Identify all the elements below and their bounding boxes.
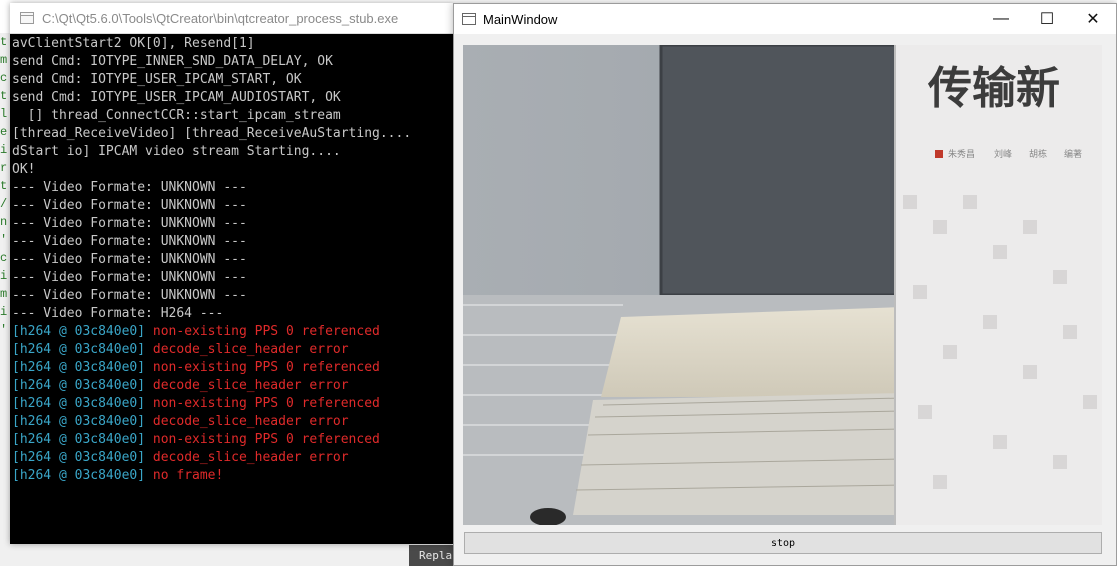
console-line: [h264 @ 03c840e0] non-existing PPS 0 ref… bbox=[12, 359, 453, 377]
background-editor-statusbar bbox=[0, 543, 452, 566]
log-prefix: [h264 @ 03c840e0] bbox=[12, 324, 153, 339]
console-line: dStart io] IPCAM video stream Starting..… bbox=[12, 143, 453, 161]
console-line: [h264 @ 03c840e0] non-existing PPS 0 ref… bbox=[12, 323, 453, 341]
console-line: [h264 @ 03c840e0] decode_slice_header er… bbox=[12, 341, 453, 359]
log-error-text: non-existing PPS 0 referenced bbox=[152, 324, 380, 339]
log-text: --- Video Formate: UNKNOWN --- bbox=[12, 198, 247, 213]
console-output: avClientStart2 OK[0], Resend[1] send Cmd:… bbox=[10, 34, 453, 545]
main-window[interactable]: MainWindow — ☐ ✕ 传输新 朱秀昌 刘峰 胡栋 编著 stop bbox=[453, 3, 1117, 566]
log-error-text: non-existing PPS 0 referenced bbox=[152, 432, 380, 447]
log-error-text: decode_slice_header error bbox=[152, 450, 349, 465]
log-prefix: [h264 @ 03c840e0] bbox=[12, 360, 153, 375]
console-line: send Cmd: IOTYPE_USER_IPCAM_AUDIOSTART, … bbox=[12, 89, 453, 107]
camera-frame: 传输新 朱秀昌 刘峰 胡栋 编著 bbox=[463, 45, 1102, 525]
log-text: --- Video Formate: UNKNOWN --- bbox=[12, 252, 247, 267]
console-line: [] thread_ConnectCCR::start_ipcam_stream bbox=[12, 107, 453, 125]
console-titlebar[interactable]: C:\Qt\Qt5.6.0\Tools\QtCreator\bin\qtcrea… bbox=[10, 3, 453, 34]
maximize-button[interactable]: ☐ bbox=[1024, 4, 1070, 34]
log-error-text: decode_slice_header error bbox=[152, 342, 349, 357]
console-app-icon bbox=[20, 12, 34, 24]
log-error-text: no frame! bbox=[152, 468, 224, 483]
console-line: --- Video Formate: UNKNOWN --- bbox=[12, 233, 453, 251]
console-window[interactable]: C:\Qt\Qt5.6.0\Tools\QtCreator\bin\qtcrea… bbox=[10, 3, 453, 544]
log-prefix: [h264 @ 03c840e0] bbox=[12, 414, 153, 429]
stop-button[interactable]: stop bbox=[464, 532, 1102, 554]
log-error-text: decode_slice_header error bbox=[152, 414, 349, 429]
log-prefix: [h264 @ 03c840e0] bbox=[12, 342, 153, 357]
log-text: --- Video Formate: UNKNOWN --- bbox=[12, 216, 247, 231]
console-line: send Cmd: IOTYPE_USER_IPCAM_START, OK bbox=[12, 71, 453, 89]
log-text: --- Video Formate: UNKNOWN --- bbox=[12, 270, 247, 285]
console-line: [h264 @ 03c840e0] no frame! bbox=[12, 467, 453, 485]
book-author-1: 朱秀昌 bbox=[948, 148, 975, 160]
replace-tab[interactable]: Repla bbox=[409, 545, 454, 566]
log-error-text: decode_slice_header error bbox=[152, 378, 349, 393]
main-window-titlebar[interactable]: MainWindow — ☐ ✕ bbox=[454, 4, 1116, 34]
main-window-title: MainWindow bbox=[483, 11, 558, 27]
console-line: send Cmd: IOTYPE_INNER_SND_DATA_DELAY, O… bbox=[12, 53, 453, 71]
window-app-icon bbox=[462, 13, 476, 25]
log-text: [] thread_ConnectCCR::start_ipcam_stream bbox=[12, 108, 341, 123]
book-title-text: 传输新 bbox=[927, 63, 1060, 114]
log-text: --- Video Formate: H264 --- bbox=[12, 306, 224, 321]
console-line: --- Video Formate: UNKNOWN --- bbox=[12, 179, 453, 197]
log-text: send Cmd: IOTYPE_USER_IPCAM_START, OK bbox=[12, 72, 302, 87]
log-text: send Cmd: IOTYPE_USER_IPCAM_AUDIOSTART, … bbox=[12, 90, 341, 105]
close-icon: ✕ bbox=[1086, 11, 1100, 28]
video-display: 传输新 朱秀昌 刘峰 胡栋 编著 bbox=[463, 45, 1102, 525]
stop-button-label: stop bbox=[770, 537, 796, 549]
console-line: OK! bbox=[12, 161, 453, 179]
log-prefix: [h264 @ 03c840e0] bbox=[12, 468, 153, 483]
log-text: --- Video Formate: UNKNOWN --- bbox=[12, 180, 247, 195]
console-line: --- Video Formate: UNKNOWN --- bbox=[12, 197, 453, 215]
log-text: dStart io] IPCAM video stream Starting..… bbox=[12, 144, 341, 159]
console-line: [h264 @ 03c840e0] decode_slice_header er… bbox=[12, 449, 453, 467]
log-prefix: [h264 @ 03c840e0] bbox=[12, 378, 153, 393]
log-error-text: non-existing PPS 0 referenced bbox=[152, 360, 380, 375]
book-author-2: 刘峰 bbox=[994, 148, 1012, 160]
minimize-icon: — bbox=[993, 10, 1009, 27]
maximize-icon: ☐ bbox=[1039, 11, 1055, 28]
console-line: [h264 @ 03c840e0] non-existing PPS 0 ref… bbox=[12, 395, 453, 413]
log-prefix: [h264 @ 03c840e0] bbox=[12, 396, 153, 411]
log-text: send Cmd: IOTYPE_INNER_SND_DATA_DELAY, O… bbox=[12, 54, 333, 69]
console-line: --- Video Formate: UNKNOWN --- bbox=[12, 251, 453, 269]
console-line: --- Video Formate: UNKNOWN --- bbox=[12, 269, 453, 287]
log-prefix: [h264 @ 03c840e0] bbox=[12, 432, 153, 447]
console-line: [h264 @ 03c840e0] non-existing PPS 0 ref… bbox=[12, 431, 453, 449]
log-text: --- Video Formate: UNKNOWN --- bbox=[12, 288, 247, 303]
console-line: [thread_ReceiveVideo] [thread_ReceiveAuS… bbox=[12, 125, 453, 143]
close-button[interactable]: ✕ bbox=[1070, 4, 1116, 34]
log-text: [thread_ReceiveVideo] [thread_ReceiveAuS… bbox=[12, 126, 412, 141]
console-line: [h264 @ 03c840e0] decode_slice_header er… bbox=[12, 413, 453, 431]
book-author-4: 编著 bbox=[1064, 148, 1082, 160]
console-line: --- Video Formate: UNKNOWN --- bbox=[12, 287, 453, 305]
console-line: --- Video Formate: H264 --- bbox=[12, 305, 453, 323]
console-line: --- Video Formate: UNKNOWN --- bbox=[12, 215, 453, 233]
console-line: avClientStart2 OK[0], Resend[1] bbox=[12, 35, 453, 53]
minimize-button[interactable]: — bbox=[978, 4, 1024, 34]
console-title: C:\Qt\Qt5.6.0\Tools\QtCreator\bin\qtcrea… bbox=[42, 10, 399, 26]
log-error-text: non-existing PPS 0 referenced bbox=[152, 396, 380, 411]
book-author-3: 胡栋 bbox=[1029, 148, 1047, 160]
log-text: OK! bbox=[12, 162, 36, 177]
log-text: --- Video Formate: UNKNOWN --- bbox=[12, 234, 247, 249]
log-prefix: [h264 @ 03c840e0] bbox=[12, 450, 153, 465]
console-line: [h264 @ 03c840e0] decode_slice_header er… bbox=[12, 377, 453, 395]
log-text: avClientStart2 OK[0], Resend[1] bbox=[12, 36, 255, 51]
